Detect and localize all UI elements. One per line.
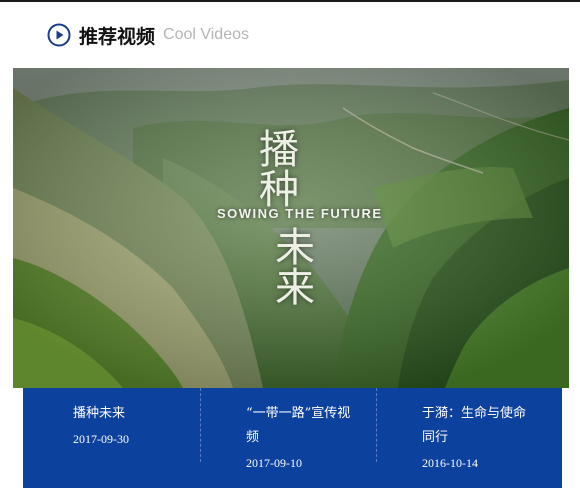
video-item[interactable]: 播种未来 2017-09-30: [23, 388, 200, 488]
play-circle-icon: [47, 23, 71, 47]
video-date: 2016-10-14: [422, 456, 478, 470]
video-date: 2017-09-10: [246, 456, 302, 470]
hero-title-cn-top: 播种: [259, 127, 301, 213]
section-subtitle: Cool Videos: [163, 26, 249, 43]
video-item[interactable]: “一带一路”宣传视频 2017-09-10: [200, 388, 376, 488]
video-title[interactable]: “一带一路”宣传视频: [246, 402, 361, 450]
video-title[interactable]: 播种未来: [73, 402, 188, 426]
video-item[interactable]: 于漪：生命与使命同行 2016-10-14: [376, 388, 562, 488]
video-list: 播种未来 2017-09-30 “一带一路”宣传视频 2017-09-10 于漪…: [23, 388, 562, 488]
hero-title-cn-bottom: 未来: [275, 225, 317, 311]
top-divider: [0, 0, 580, 2]
section-title: 推荐视频: [79, 25, 156, 48]
featured-video[interactable]: 播种 未来 SOWING THE FUTURE: [13, 68, 569, 388]
section-header: 推荐视频 Cool Videos: [47, 20, 249, 50]
video-date: 2017-09-30: [73, 432, 129, 446]
hero-title-en: SOWING THE FUTURE: [217, 206, 383, 221]
video-title[interactable]: 于漪：生命与使命同行: [422, 402, 537, 450]
